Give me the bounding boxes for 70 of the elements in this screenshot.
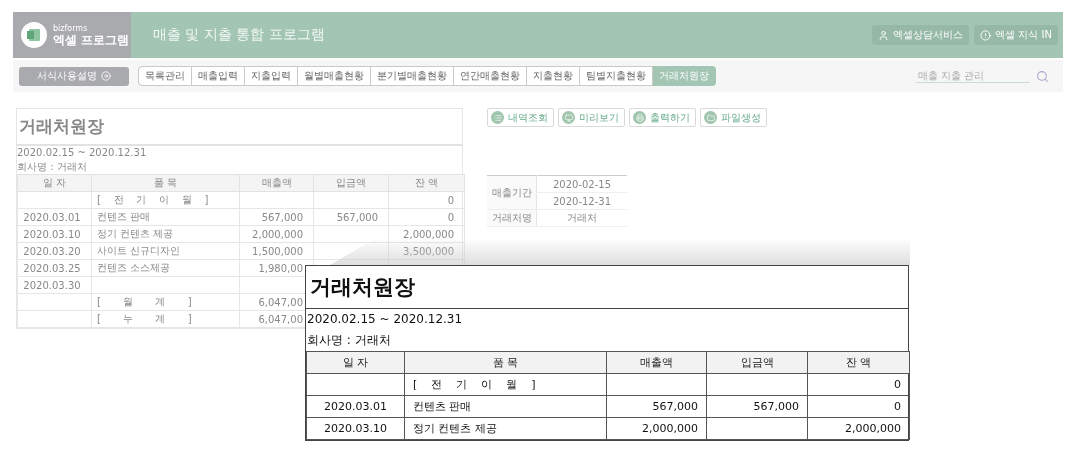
brand-tagline: bizforms (53, 23, 89, 33)
search-icon (1036, 69, 1049, 83)
table-cell: 2020.03.01 (306, 395, 405, 418)
table-cell: 컨텐츠 판매 (404, 395, 607, 418)
nav-tab[interactable]: 목록관리 (138, 66, 192, 86)
brand-name: 엑셀 프로그램 (53, 32, 130, 47)
nav-tab[interactable]: 지출입력 (245, 66, 298, 86)
nav-tab[interactable]: 연간매출현황 (454, 66, 527, 86)
spreadsheet-logo-icon (21, 22, 47, 48)
nav-tab[interactable]: 팀별지출현황 (580, 66, 653, 86)
table-cell: 2020-02-15 (536, 175, 627, 193)
program-title: 매출 및 지출 통합 프로그램 (153, 26, 326, 44)
column-header: 매출액 (239, 174, 314, 192)
table-cell: 567,000 (313, 208, 389, 226)
column-header: 일 자 (306, 351, 405, 374)
column-header: 입금액 (313, 174, 389, 192)
table-cell: 2020.03.25 (17, 259, 92, 277)
period-text: 2020.02.15 ~ 2020.12.31 (17, 146, 148, 160)
table-cell: 0 (388, 191, 465, 209)
folder-icon (704, 111, 717, 124)
table-cell: 컨텐즈 판매 (91, 208, 240, 226)
column-header: 품 목 (91, 174, 240, 192)
table-cell: 컨텐즈 소스제공 (91, 259, 240, 277)
table-cell: 3,500,000 (388, 242, 465, 260)
table-cell: 567,000 (239, 208, 314, 226)
table-cell: 매출기간 (487, 175, 537, 210)
table-cell: 567,000 (706, 395, 808, 418)
person-icon (878, 29, 890, 41)
column-header: 매출액 (606, 351, 707, 374)
table-cell: 2020.03.10 (306, 417, 405, 440)
table-cell: 0 (388, 208, 465, 226)
table-cell: 2020.03.20 (17, 242, 92, 260)
list-icon (491, 111, 504, 124)
sheet-title: 거래처원장 (17, 109, 462, 146)
alert-icon (980, 29, 992, 41)
table-cell: 사이트 신규디자인 (91, 242, 240, 260)
nav-tab[interactable]: 매출입력 (192, 66, 245, 86)
table-cell: 2020.03.10 (17, 225, 92, 243)
table-cell: [ 전 기 이 월 ] (404, 373, 607, 396)
period-text: 2020.02.15 ~ 2020.12.31 (306, 311, 464, 328)
table-cell: 0 (807, 395, 910, 418)
table-cell: 2020.03.30 (17, 276, 92, 294)
table-cell: 정기 컨텐츠 제공 (91, 225, 240, 243)
column-header: 입금액 (706, 351, 808, 374)
column-header: 품 목 (404, 351, 607, 374)
nav-tab[interactable]: 지출현황 (527, 66, 580, 86)
table-cell: [ 월 계 ] (91, 293, 240, 311)
search-field[interactable]: 매출 지출 관리 (916, 69, 1030, 83)
table-cell: 2,000,000 (606, 417, 707, 440)
arrow-right-icon (101, 71, 111, 81)
company-text: 회사명 : 거래처 (17, 160, 88, 174)
table-cell: 2,000,000 (807, 417, 910, 440)
table-cell: 567,000 (606, 395, 707, 418)
sheet-title: 거래처원장 (306, 266, 908, 309)
table-cell: [ 누 계 ] (91, 310, 240, 328)
nav-tab[interactable]: 월별매출현황 (298, 66, 371, 86)
monitor-icon (562, 111, 575, 124)
printer-icon (633, 111, 646, 124)
column-header: 일 자 (17, 174, 92, 192)
column-header: 잔 액 (807, 351, 910, 374)
table-cell: 1,500,000 (239, 242, 314, 260)
company-text: 회사명 : 거래처 (306, 332, 392, 349)
table-cell: 2,000,000 (239, 225, 314, 243)
table-cell: 정기 컨텐츠 제공 (404, 417, 607, 440)
table-cell: 2,000,000 (388, 225, 465, 243)
column-header: 잔 액 (388, 174, 465, 192)
table-cell: 0 (807, 373, 910, 396)
table-cell: [ 전 기 이 월 ] (91, 191, 240, 209)
nav-tab[interactable]: 분기별매출현황 (371, 66, 454, 86)
table-cell: 2020.03.01 (17, 208, 92, 226)
